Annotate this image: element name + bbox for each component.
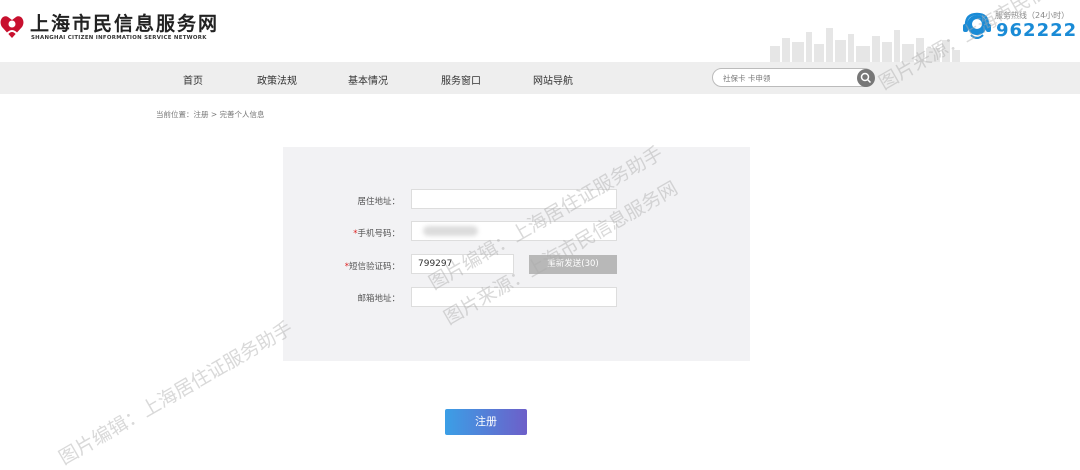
search-icon [860, 72, 872, 84]
headset-icon [963, 12, 991, 39]
phone-value-redacted [423, 226, 478, 236]
sms-code-label: *短信验证码： [344, 262, 400, 272]
skyline-image [770, 28, 960, 62]
watermark-editor: 图片编辑：上海居住证服务助手 [55, 317, 297, 470]
breadcrumb: 当前位置：注册 > 完善个人信息 [156, 110, 265, 119]
nav-item-service-window[interactable]: 服务窗口 [441, 72, 481, 87]
nav-item-overview[interactable]: 基本情况 [348, 72, 388, 87]
email-label: 邮箱地址： [357, 294, 400, 304]
search-box [712, 68, 874, 87]
address-label: 居住地址： [357, 197, 400, 207]
sms-code-input[interactable] [411, 254, 514, 274]
nav-item-policies[interactable]: 政策法规 [257, 72, 297, 87]
resend-code-button[interactable]: 重新发送(30) [529, 255, 617, 274]
nav-item-site-map[interactable]: 网站导航 [533, 72, 573, 87]
site-subtitle: SHANGHAI CITIZEN INFORMATION SERVICE NET… [31, 35, 207, 41]
site-header: 上海市民信息服务网 SHANGHAI CITIZEN INFORMATION S… [0, 0, 1080, 62]
address-input[interactable] [411, 189, 617, 209]
registration-form-panel [283, 147, 750, 361]
nav-item-home[interactable]: 首页 [183, 72, 203, 87]
register-button[interactable]: 注册 [445, 409, 527, 435]
email-input[interactable] [411, 287, 617, 307]
logo-icon [0, 16, 24, 38]
search-button[interactable] [857, 69, 875, 87]
search-input[interactable] [723, 71, 853, 85]
main-nav: 首页 政策法规 基本情况 服务窗口 网站导航 [0, 62, 1080, 94]
hotline-number: 962222 [996, 20, 1078, 41]
site-title[interactable]: 上海市民信息服务网 [30, 9, 219, 36]
phone-label: *手机号码： [353, 229, 400, 239]
